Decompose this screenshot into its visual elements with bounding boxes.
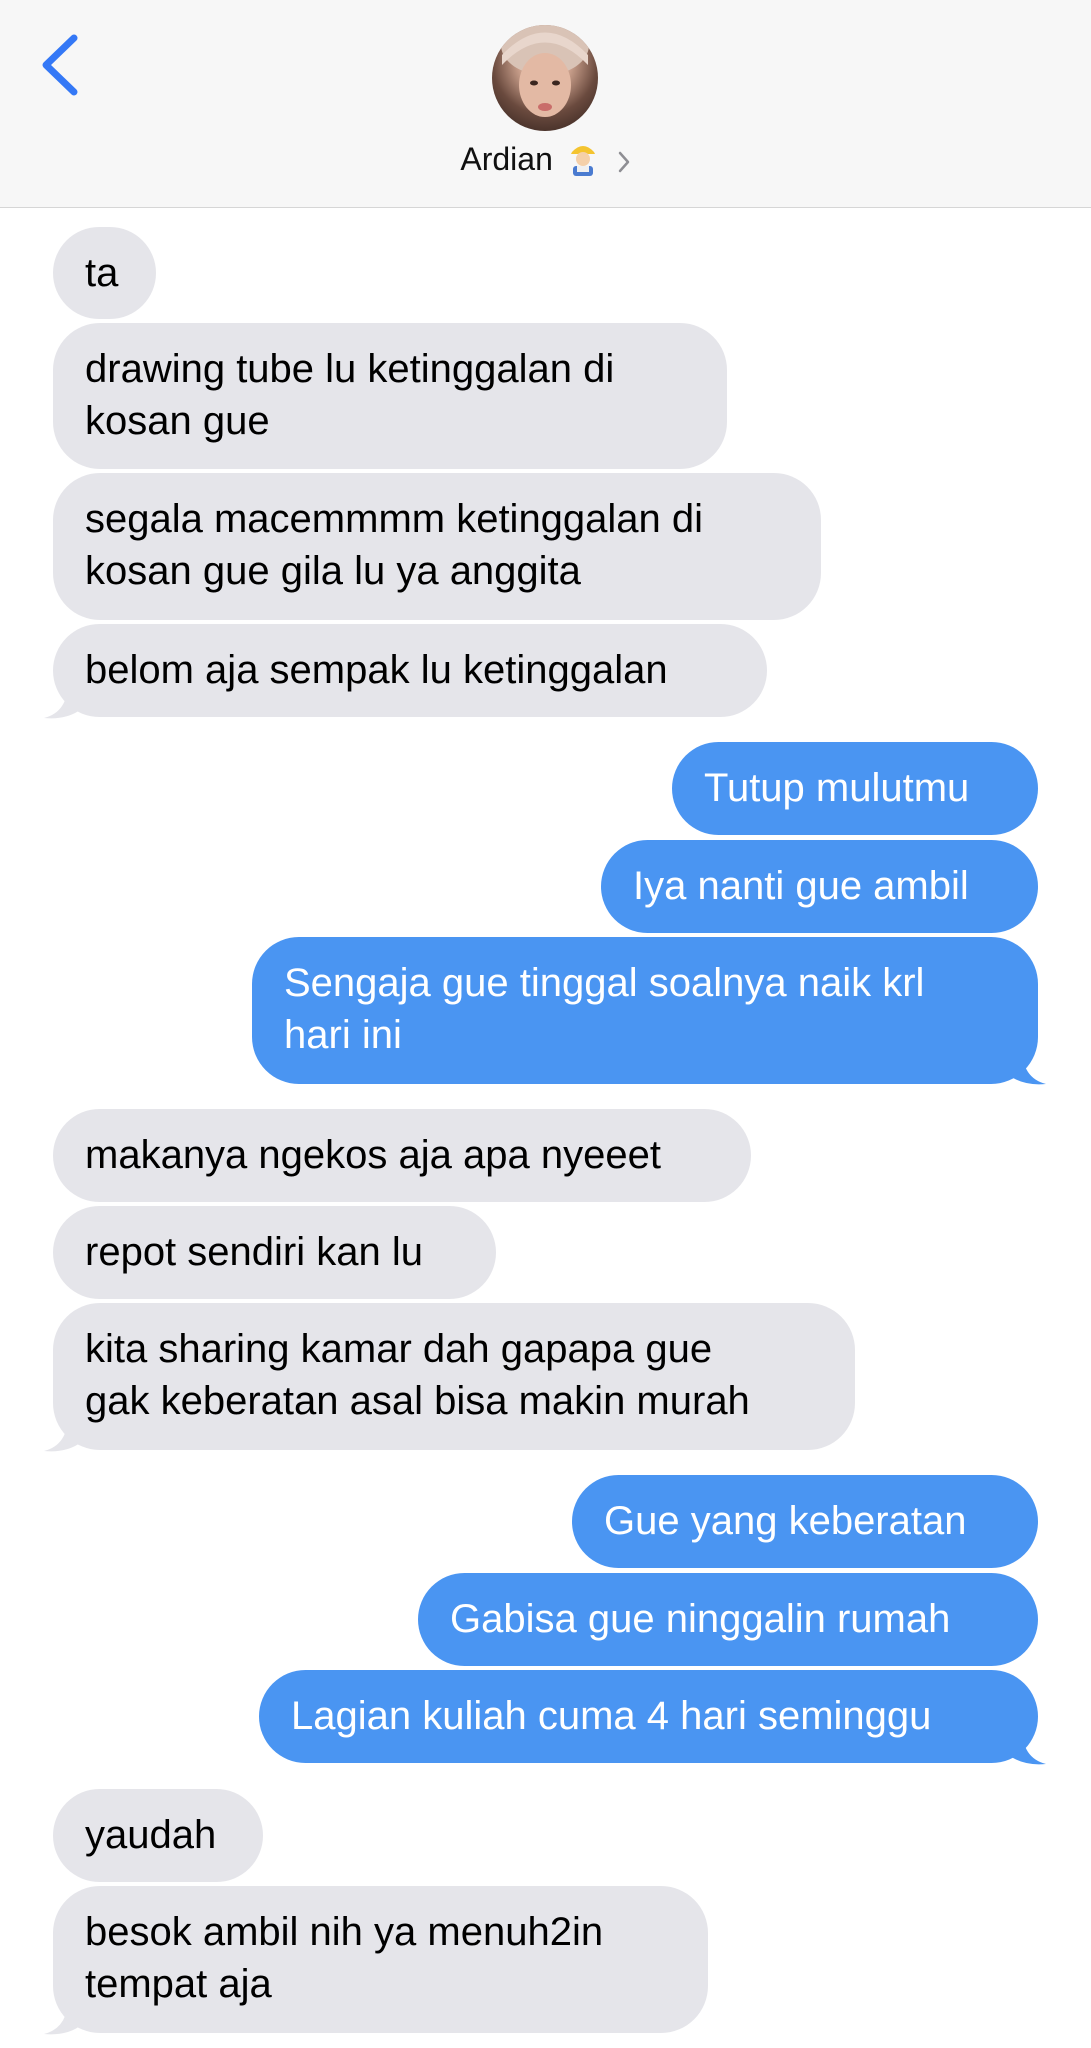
contact-avatar[interactable] xyxy=(492,25,598,131)
outgoing-message[interactable]: Iya nanti gue ambil xyxy=(601,840,1038,933)
bubble-tail xyxy=(1010,1048,1046,1085)
bubble-tail xyxy=(44,682,80,719)
incoming-message[interactable]: segala macemmmm ketinggalan di kosan gue… xyxy=(53,473,821,620)
incoming-message[interactable]: ta xyxy=(53,227,156,319)
incoming-message[interactable]: belom aja sempak lu ketinggalan xyxy=(53,624,767,717)
conversation-header: Ardian xyxy=(0,0,1091,208)
incoming-message[interactable]: yaudah xyxy=(53,1789,263,1882)
construction-worker-emoji xyxy=(570,146,595,176)
incoming-message[interactable]: makanya ngekos aja apa nyeeet xyxy=(53,1109,751,1202)
incoming-message[interactable]: drawing tube lu ketinggalan di kosan gue xyxy=(53,323,727,469)
outgoing-message[interactable]: Tutup mulutmu xyxy=(672,742,1038,835)
outgoing-message[interactable]: Gabisa gue ninggalin rumah xyxy=(418,1573,1038,1666)
incoming-message[interactable]: besok ambil nih ya menuh2in tempat aja xyxy=(53,1886,708,2033)
contact-name: Ardian xyxy=(460,141,553,177)
bubble-tail xyxy=(44,1998,80,2035)
bubble-tail xyxy=(1010,1728,1046,1765)
outgoing-message[interactable]: Lagian kuliah cuma 4 hari seminggu xyxy=(259,1670,1038,1763)
incoming-message[interactable]: repot sendiri kan lu xyxy=(53,1206,496,1299)
bubble-tail xyxy=(44,1415,80,1452)
chevron-right-icon xyxy=(618,151,629,172)
chevron-left-icon[interactable] xyxy=(36,30,86,100)
incoming-message[interactable]: kita sharing kamar dah gapapa gue gak ke… xyxy=(53,1303,855,1450)
contact-name-row[interactable]: Ardian xyxy=(0,140,1091,178)
outgoing-message[interactable]: Gue yang keberatan xyxy=(572,1475,1038,1568)
outgoing-message[interactable]: Sengaja gue tinggal soalnya naik krl har… xyxy=(252,937,1038,1084)
